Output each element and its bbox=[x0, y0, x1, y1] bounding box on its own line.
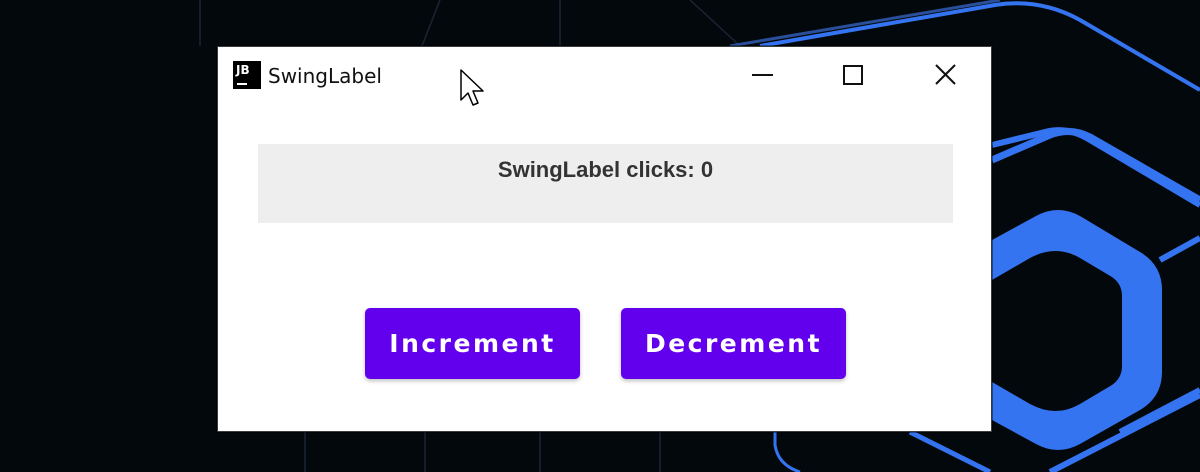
maximize-button[interactable] bbox=[830, 47, 876, 103]
mouse-pointer-icon bbox=[460, 69, 484, 106]
jetbrains-logo-icon: JB bbox=[233, 61, 261, 89]
close-icon bbox=[935, 64, 956, 85]
clicks-label: SwingLabel clicks: 0 bbox=[497, 157, 714, 182]
app-window: JB SwingLabel SwingLabel clicks: 0 Incre… bbox=[217, 46, 992, 432]
title-bar[interactable]: JB SwingLabel bbox=[218, 47, 991, 105]
increment-button[interactable]: Increment bbox=[365, 308, 580, 379]
app-icon-text: JB bbox=[236, 63, 250, 77]
minimize-button[interactable] bbox=[738, 47, 784, 103]
app-icon-bar bbox=[237, 83, 247, 85]
close-button[interactable] bbox=[923, 47, 969, 103]
maximize-icon bbox=[843, 65, 863, 85]
clicks-label-panel: SwingLabel clicks: 0 bbox=[258, 144, 953, 223]
decrement-button[interactable]: Decrement bbox=[621, 308, 846, 379]
minimize-icon bbox=[752, 74, 773, 76]
window-title: SwingLabel bbox=[268, 64, 382, 88]
